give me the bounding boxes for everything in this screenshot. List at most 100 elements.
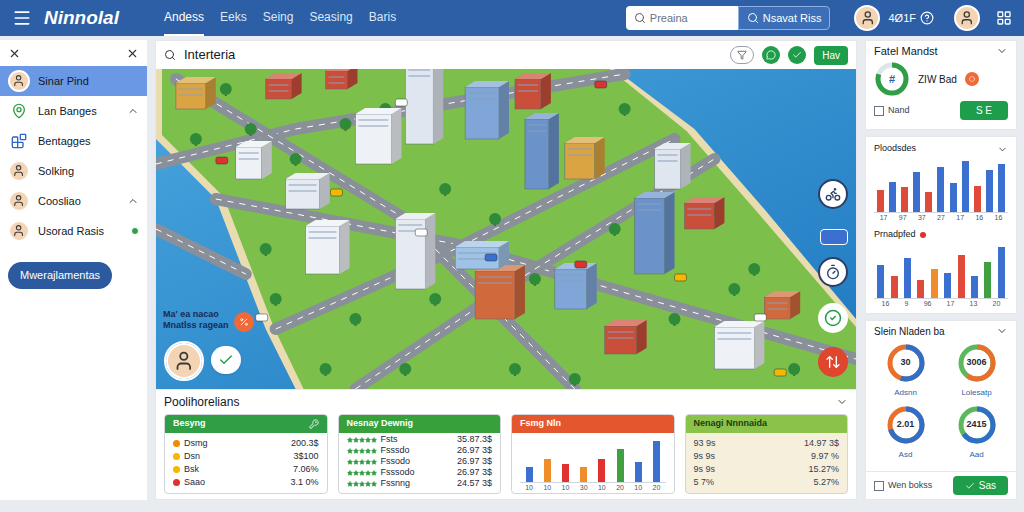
sidebar-item[interactable]: Coosliao: [0, 186, 147, 216]
chevron-down-icon[interactable]: [996, 45, 1008, 57]
building: [405, 69, 443, 144]
timer-button[interactable]: [818, 257, 848, 287]
bar: [562, 464, 569, 482]
person-icon: [12, 194, 25, 207]
gauges-button[interactable]: Sas: [953, 476, 1008, 495]
menu-icon[interactable]: [12, 8, 32, 28]
close-icon[interactable]: [126, 47, 139, 60]
sort-button[interactable]: [818, 347, 848, 377]
percent-badge[interactable]: [234, 312, 254, 332]
search-field[interactable]: Preaina: [626, 6, 738, 30]
axis-tick: 9: [905, 299, 909, 309]
search-icon: [164, 49, 176, 61]
bar-chart: 1010103010201020: [512, 437, 674, 493]
avatar: [166, 343, 202, 379]
sidebar-item[interactable]: Lan Banges: [0, 96, 147, 126]
checkbox-row[interactable]: Wen bokss: [874, 479, 932, 493]
nav-tab[interactable]: Eeks: [220, 0, 247, 36]
bar: [925, 192, 932, 212]
chevron-up-icon[interactable]: [127, 195, 139, 207]
card-row: Fsts35.87.3$: [347, 434, 493, 445]
car: [595, 81, 607, 88]
building: [465, 81, 509, 139]
chevron-up-icon[interactable]: [127, 105, 139, 117]
gauge-label: Aad: [969, 449, 983, 461]
check-button[interactable]: [788, 46, 806, 64]
axis-tick: 30: [580, 483, 588, 493]
summary-card: Fsmg Nln1010103010201020: [511, 414, 675, 494]
star-icon: [347, 437, 353, 443]
star-icon: [371, 459, 377, 465]
row-label: 9s 9s: [694, 463, 716, 476]
main-panel: InterteriaHavMa' ea nacaoMnatlss rageanP…: [155, 40, 857, 500]
bar: [913, 172, 920, 212]
row-label: 5 7%: [694, 476, 715, 489]
checkbox-row[interactable]: Nand: [874, 104, 910, 118]
building: [515, 73, 551, 109]
bar: [986, 170, 993, 212]
sidebar-item[interactable]: Sinar Pind: [0, 66, 147, 96]
marker-dot: [920, 232, 926, 238]
gauge-label: Asd: [899, 449, 913, 461]
apps-grid-icon[interactable]: [996, 10, 1012, 26]
bar: [635, 462, 642, 482]
chevron-down-icon[interactable]: [997, 144, 1008, 155]
sidebar-item[interactable]: Solking: [0, 156, 147, 186]
checkbox[interactable]: [874, 481, 884, 491]
close-icon[interactable]: [8, 47, 21, 60]
logo[interactable]: Ninnolal: [44, 4, 156, 33]
city-map[interactable]: [156, 69, 856, 389]
summary-card: Nenagi Nnnnaida93 9s14.97 3$9s 9s9.97 %9…: [685, 414, 849, 494]
search-button[interactable]: Nsavat Riss: [738, 6, 831, 30]
help-icon[interactable]: [920, 11, 934, 25]
alert-badge[interactable]: [965, 72, 979, 86]
sidebar-label: Bentagges: [38, 133, 139, 150]
status-button[interactable]: S E: [960, 101, 1008, 120]
sidebar-item[interactable]: Usorad Rasis: [0, 216, 147, 246]
building: [176, 77, 216, 109]
star-icon: [371, 481, 377, 487]
layer-button[interactable]: [820, 229, 848, 245]
gauge-value: 2415: [966, 418, 986, 432]
card-row: 9s 9s15.27%: [694, 463, 840, 476]
person-icon: [12, 224, 25, 237]
card-header: Besyng: [165, 415, 327, 433]
bar: [580, 467, 587, 482]
tree: [569, 373, 581, 386]
panel-title: Slein Nladen ba: [874, 324, 945, 339]
chart-title: Prnadpfed: [874, 228, 916, 242]
chat-bubble[interactable]: [211, 346, 241, 374]
confirm-button[interactable]: [818, 303, 848, 333]
sidebar-item[interactable]: Bentagges: [0, 126, 147, 156]
card-row: Dsn3$100: [173, 450, 319, 463]
chat-button[interactable]: [762, 46, 780, 64]
checkbox[interactable]: [874, 106, 884, 116]
search-placeholder: Preaina: [650, 10, 688, 27]
star-icon: [365, 437, 371, 443]
bike-button[interactable]: [818, 179, 848, 209]
nav-tab[interactable]: Seing: [263, 0, 294, 36]
map-label: Ma' ea nacaoMnatlss ragean: [163, 309, 229, 331]
nav-tab[interactable]: Baris: [369, 0, 396, 36]
axis-tick: 16: [882, 299, 890, 309]
gauge: 2415 Aad: [941, 403, 1012, 461]
blocks-badge: [8, 130, 30, 152]
nav-tab[interactable]: Seasing: [309, 0, 352, 36]
star-icon: [365, 481, 371, 487]
nav-tab[interactable]: Andess: [164, 0, 204, 36]
sidebar-label: Usorad Rasis: [38, 223, 123, 240]
row-label: Dsn: [184, 450, 200, 463]
summary-card: Nesnay DewnigFsts35.87.3$Fsssdo26.97 3$F…: [338, 414, 502, 494]
star-icon: [371, 448, 377, 454]
summary-section: PoolihoreliansBesyngDsmg200.3$Dsn3$100Bs…: [156, 389, 856, 499]
check-circle-icon: [824, 309, 842, 327]
gauges-panel: Slein Nladen ba30Adsnn3006Lolesatp2.01As…: [865, 320, 1017, 500]
avatar: [8, 70, 30, 92]
chevron-down-icon[interactable]: [836, 396, 848, 408]
axis-tick: 27: [937, 213, 945, 223]
chevron-down-icon[interactable]: [996, 325, 1008, 337]
map-view[interactable]: Ma' ea nacaoMnatlss ragean: [156, 69, 856, 389]
action-button[interactable]: Hav: [814, 46, 848, 65]
sidebar-button[interactable]: Mwerajlamentas: [8, 262, 112, 289]
filter-button[interactable]: [730, 46, 754, 64]
